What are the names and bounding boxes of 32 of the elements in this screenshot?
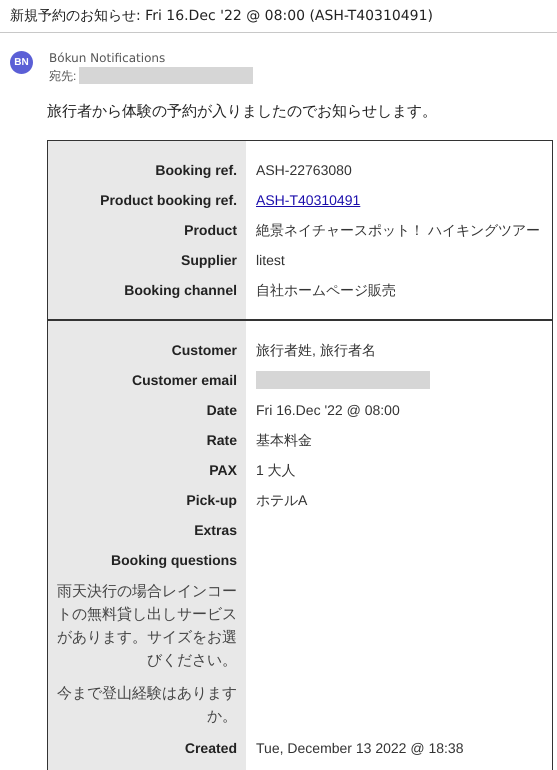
field-value: ASH-22763080: [256, 161, 352, 180]
intro-text: 旅行者から体験の予約が入りましたのでお知らせします。: [47, 103, 437, 120]
field-value: Tue, December 13 2022 @ 18:38: [256, 739, 464, 758]
field-label: Booking questions: [111, 552, 237, 568]
question-text: 今まで登山経験はありますか。: [57, 685, 237, 725]
field-value: 基本料金: [256, 431, 312, 450]
field-label: Rate: [206, 432, 237, 448]
field-label: Pick-up: [186, 492, 237, 508]
field-label: Booking channel: [124, 282, 237, 298]
sender-name: Bókun Notifications: [49, 51, 166, 66]
field-value: ホテルA: [256, 491, 308, 510]
field-value: 絶景ネイチャースポット！ ハイキングツアー: [256, 221, 540, 240]
recipient-label: 宛先:: [49, 68, 76, 84]
field-value: 1 大人: [256, 461, 296, 480]
field-label: Extras: [194, 522, 237, 538]
email-subject: 新規予約のお知らせ: Fri 16.Dec '22 @ 08:00 (ASH-T40310491): [10, 6, 433, 26]
question-text: 雨天決行の場合レインコートの無料貸し出しサービスがあります。サイズをお選びください。: [57, 583, 237, 669]
field-value: litest: [256, 251, 285, 270]
field-label: PAX: [209, 462, 237, 478]
field-value: 旅行者姓, 旅行者名: [256, 341, 376, 360]
field-value: Fri 16.Dec '22 @ 08:00: [256, 401, 400, 420]
field-value: 自社ホームページ販売: [256, 281, 396, 300]
field-label: Product booking ref.: [100, 192, 237, 208]
field-label: Booking ref.: [155, 162, 237, 178]
field-label: Customer: [172, 342, 237, 358]
field-label: Supplier: [180, 252, 237, 268]
field-label: Created: [184, 740, 237, 756]
sender-avatar: BN: [10, 51, 33, 74]
booking-link[interactable]: ASH-T40310491: [256, 190, 360, 210]
field-label: Customer email: [132, 372, 237, 388]
field-label: Product: [184, 222, 237, 238]
field-label: Date: [206, 402, 237, 418]
